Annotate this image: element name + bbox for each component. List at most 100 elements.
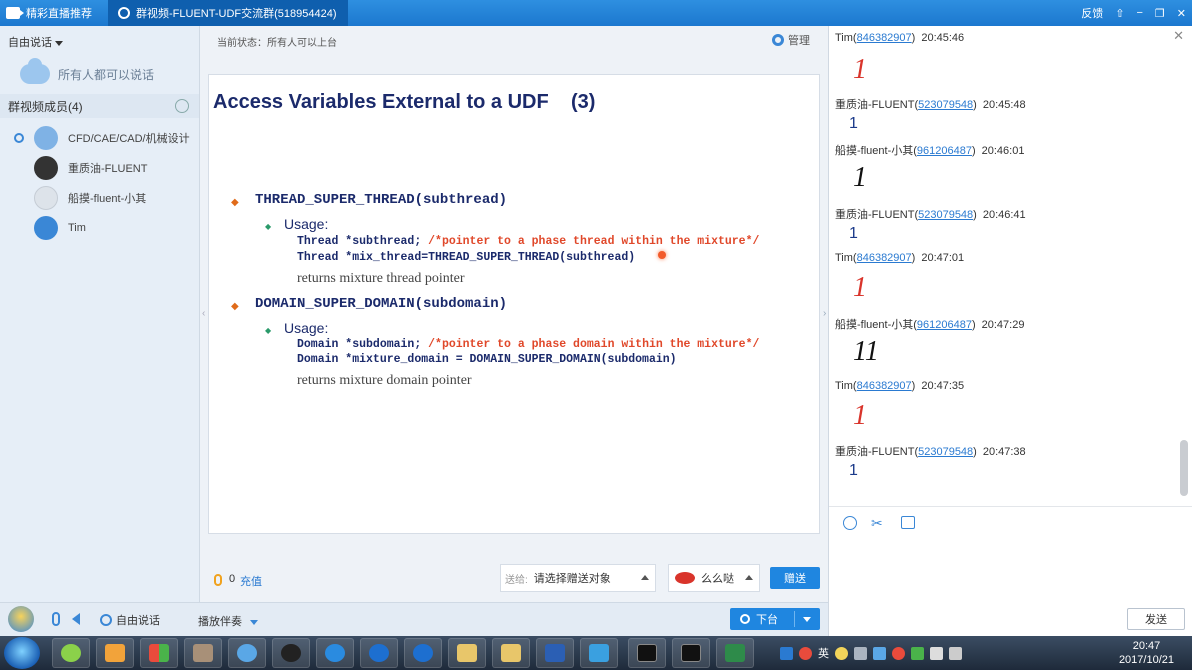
sender-id-link[interactable]: 961206487: [917, 319, 972, 331]
sender-id-end: ): [911, 380, 916, 392]
member-item[interactable]: 重质油-FLUENT: [0, 154, 199, 182]
skin-icon[interactable]: ⇧: [1115, 7, 1124, 20]
folder-app-icon[interactable]: [96, 638, 134, 668]
moon-icon[interactable]: [835, 646, 848, 660]
chat-message-header: 重质油-FLUENT(523079548) 20:46:41: [835, 206, 1026, 222]
sender-name: 重质油-FLUENT(: [835, 99, 919, 111]
slide-code-line: Thread *mix_thread=THREAD_SUPER_THREAD(s…: [297, 251, 636, 264]
window-controls: 反馈 ⇧ − ❐ ✕: [1081, 0, 1186, 26]
sender-id-end: ): [911, 32, 916, 44]
slide-usage: Usage:: [284, 216, 329, 232]
message-time: 20:45:46: [921, 32, 965, 44]
book-icon[interactable]: [580, 638, 618, 668]
no-entry-icon[interactable]: [799, 646, 812, 660]
cmd-icon[interactable]: [628, 638, 666, 668]
chat-app-icon[interactable]: [52, 638, 90, 668]
sender-id-link[interactable]: 846382907: [857, 32, 912, 44]
webcam-app-icon[interactable]: [228, 638, 266, 668]
chat-message-header: 重质油-FLUENT(523079548) 20:45:48: [835, 96, 1026, 112]
member-item[interactable]: 船摸-fluent-小其: [0, 184, 199, 212]
laser-pointer-icon: [658, 251, 666, 259]
chat-input[interactable]: [829, 538, 1192, 610]
avatar: [34, 156, 58, 180]
image-icon[interactable]: [901, 516, 915, 529]
add-member-icon[interactable]: [175, 99, 189, 113]
chat-message-header: Tim(846382907) 20:47:01: [835, 252, 964, 264]
title-bar: 精彩直播推荐 群视频-FLUENT-UDF交流群(518954424) 反馈 ⇧…: [0, 0, 1192, 26]
keyboard-icon[interactable]: [854, 646, 867, 660]
chevron-up-icon: [641, 575, 649, 580]
feedback-button[interactable]: 反馈: [1081, 5, 1103, 21]
manage-button[interactable]: 管理: [772, 32, 810, 48]
sender-id-link[interactable]: 523079548: [918, 209, 973, 221]
emoji-icon[interactable]: [843, 516, 857, 530]
tab-live-recommend[interactable]: 精彩直播推荐: [6, 0, 104, 26]
sender-id-link[interactable]: 523079548: [918, 99, 973, 111]
chat-message-header: 重质油-FLUENT(523079548) 20:47:38: [835, 443, 1026, 459]
group-video-icon: [118, 7, 130, 19]
slide-item: DOMAIN_SUPER_DOMAIN(subdomain): [255, 296, 508, 312]
folder-icon[interactable]: [448, 638, 486, 668]
slide-returns: returns mixture thread pointer: [297, 271, 465, 286]
chevron-down-icon[interactable]: [803, 617, 811, 622]
ime-language[interactable]: 英: [818, 645, 829, 661]
signal-icon[interactable]: [949, 646, 962, 660]
member-item[interactable]: Tim: [0, 214, 199, 242]
teamviewer-icon[interactable]: [360, 638, 398, 668]
shield-icon[interactable]: [911, 646, 924, 660]
message-time: 20:47:29: [981, 319, 1025, 331]
clock-date: 2017/10/21: [1118, 654, 1174, 666]
scissors-icon[interactable]: ✂: [871, 515, 883, 532]
sender-id-link[interactable]: 846382907: [857, 380, 912, 392]
sender-name: Tim(: [835, 252, 857, 264]
recharge-link[interactable]: 充值: [240, 573, 262, 589]
ime-m-icon[interactable]: [780, 646, 793, 660]
teamviewer-icon-2[interactable]: [404, 638, 442, 668]
send-button[interactable]: 发送: [1127, 608, 1185, 630]
tray-app-icon[interactable]: [873, 646, 886, 660]
qq-penguin-icon[interactable]: [272, 638, 310, 668]
manage-label: 管理: [788, 35, 810, 47]
member-item[interactable]: CFD/CAE/CAD/机械设计: [0, 124, 199, 152]
free-talk-button[interactable]: 自由说话: [100, 612, 160, 628]
minimize-button[interactable]: −: [1136, 7, 1142, 19]
code-text: Domain *subdomain;: [297, 338, 422, 351]
gift-bar: 0 充值 送给: 请选择赠送对象 么么哒 赠送: [200, 560, 828, 602]
collapse-right-icon[interactable]: ›: [823, 308, 826, 319]
word-icon[interactable]: [536, 638, 574, 668]
sender-id-link[interactable]: 961206487: [917, 145, 972, 157]
tab-group-video[interactable]: 群视频-FLUENT-UDF交流群(518954424): [108, 0, 348, 26]
system-clock[interactable]: 20:47 2017/10/21: [1119, 639, 1174, 667]
excel-icon[interactable]: [716, 638, 754, 668]
self-avatar[interactable]: [8, 606, 34, 632]
tab-live-recommend-label: 精彩直播推荐: [26, 8, 92, 20]
antivirus-icon[interactable]: [892, 646, 905, 660]
microphone-icon[interactable]: [52, 612, 60, 626]
chat-scrollbar[interactable]: [1180, 440, 1188, 496]
sender-id-link[interactable]: 523079548: [918, 446, 973, 458]
gift-select[interactable]: 么么哒: [668, 564, 760, 592]
sender-id-link[interactable]: 846382907: [857, 252, 912, 264]
accompany-dropdown[interactable]: 播放伴奏: [198, 613, 258, 629]
collapse-left-icon[interactable]: ‹: [202, 308, 205, 319]
mosaic-app-icon[interactable]: [184, 638, 222, 668]
chevron-up-icon: [745, 575, 753, 580]
talk-mode-icon: [100, 614, 112, 626]
sogou-icon[interactable]: [316, 638, 354, 668]
send-gift-button[interactable]: 赠送: [770, 567, 820, 589]
speaker-icon[interactable]: [72, 613, 80, 625]
grid-app-icon[interactable]: [140, 638, 178, 668]
talk-mode-dropdown[interactable]: 自由说话: [8, 34, 63, 50]
subbullet-icon: ◆: [265, 222, 272, 231]
leave-stage-button[interactable]: 下台: [730, 608, 820, 630]
start-button[interactable]: [4, 637, 40, 669]
close-button[interactable]: ✕: [1177, 7, 1186, 20]
cmd-icon-2[interactable]: [672, 638, 710, 668]
close-icon[interactable]: ✕: [1173, 28, 1184, 44]
folder-icon-2[interactable]: [492, 638, 530, 668]
bullet-icon: ◆: [231, 301, 239, 312]
maximize-button[interactable]: ❐: [1155, 7, 1165, 20]
battery-icon[interactable]: [930, 646, 943, 660]
gift-target-select[interactable]: 送给: 请选择赠送对象: [500, 564, 656, 592]
avatar: [34, 216, 58, 240]
